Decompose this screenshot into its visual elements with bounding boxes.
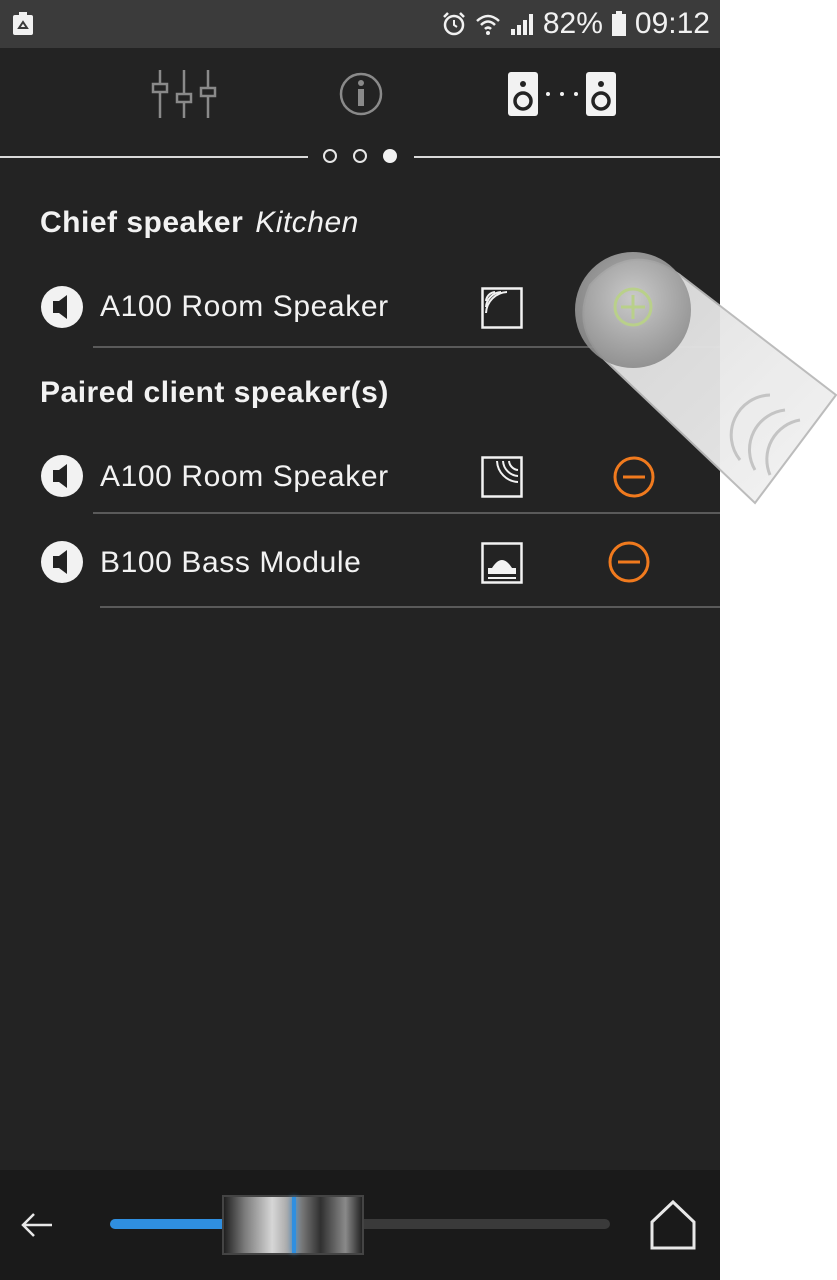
chief-speaker-room: Kitchen [255,206,359,239]
nav-divider [414,156,720,158]
row-divider [93,512,720,514]
chief-speaker-row[interactable]: A100 Room Speaker [0,268,720,348]
speaker-icon [41,286,83,328]
paired-speakers-heading: Paired client speaker(s) [40,376,389,409]
info-icon[interactable] [338,68,384,120]
speaker-icon [41,541,83,583]
nav-divider [0,156,308,158]
remove-speaker-button[interactable] [606,539,652,585]
wall-speaker-icon [481,456,523,498]
remove-speaker-button[interactable] [611,454,657,500]
wall-speaker-icon [481,287,523,329]
page-indicator-1 [323,149,337,163]
battery-icon [611,11,626,36]
status-bar: 82% 09:12 [0,0,720,48]
volume-slider-thumb[interactable] [222,1195,364,1255]
equalizer-icon[interactable] [150,68,218,120]
speaker-name: B100 Bass Module [100,546,362,579]
chief-speaker-label: Chief speaker [40,206,244,239]
page-indicator-3-active [383,149,397,163]
app-screen: 82% 09:12 Chief speaker Kitchen A100 Roo… [0,0,720,1280]
signal-icon [510,14,533,35]
speaker-name: A100 Room Speaker [100,290,389,323]
clock: 09:12 [634,7,710,40]
wifi-icon [476,14,500,35]
speaker-pair-icon[interactable] [506,68,618,120]
recycle-icon [13,12,33,35]
paired-speaker-row[interactable]: B100 Bass Module [0,524,720,604]
row-divider [93,346,720,348]
top-navigation [0,48,720,158]
speaker-icon [41,455,83,497]
home-icon[interactable] [648,1198,698,1252]
speaker-name: A100 Room Speaker [100,460,389,493]
row-divider [100,606,720,608]
page-indicator-2 [353,149,367,163]
status-right: 82% 09:12 [441,0,710,48]
battery-percent: 82% [542,7,603,40]
volume-thumb-marker [292,1197,296,1253]
chief-speaker-heading: Chief speaker Kitchen [40,206,359,240]
add-speaker-button[interactable] [611,285,657,331]
paired-speaker-row[interactable]: A100 Room Speaker [0,438,720,518]
back-arrow-icon[interactable] [18,1205,58,1245]
alarm-icon [442,12,465,36]
bass-module-icon [481,542,523,584]
